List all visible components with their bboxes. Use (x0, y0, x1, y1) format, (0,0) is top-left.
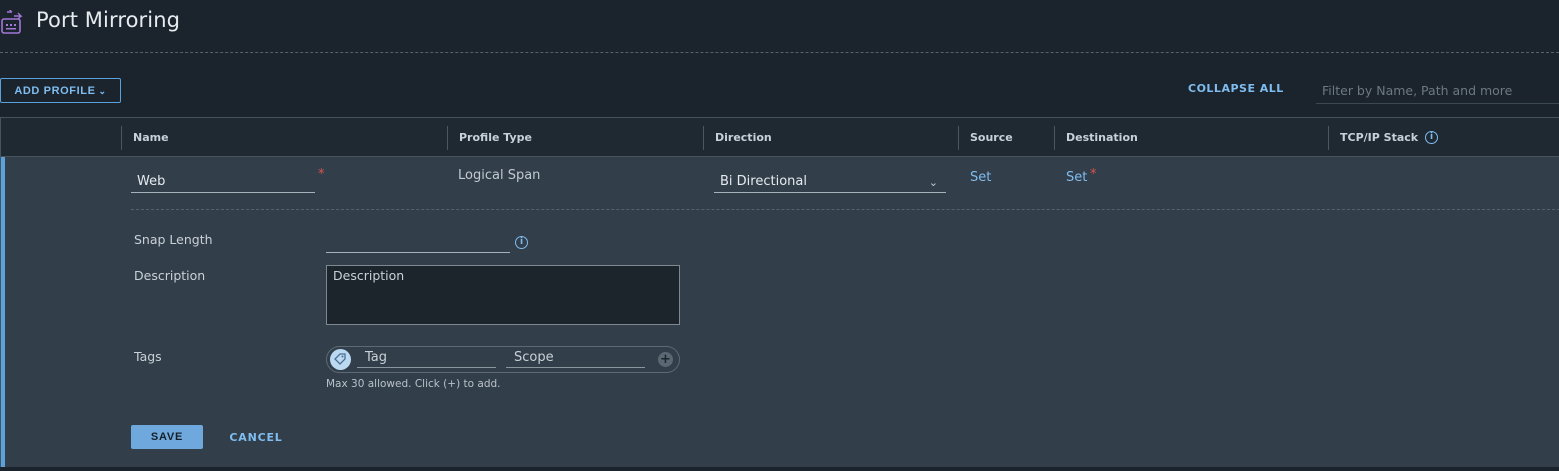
info-icon[interactable]: i (1425, 131, 1439, 144)
column-header-tcpip-stack[interactable]: TCP/IP Stack i (1328, 118, 1439, 157)
description-label: Description (134, 268, 206, 283)
column-header-name[interactable]: Name (121, 118, 169, 157)
snap-length-input[interactable] (326, 233, 510, 253)
collapse-all-button[interactable]: COLLAPSE ALL (1188, 82, 1284, 95)
profile-type-value: Logical Span (458, 168, 541, 183)
port-mirroring-icon (1, 10, 23, 34)
tag-icon (330, 349, 351, 370)
info-icon[interactable]: i (515, 236, 528, 249)
name-input[interactable]: Web (131, 169, 315, 193)
tag-input[interactable]: Tag (357, 349, 496, 368)
tags-input-group: Tag Scope + (326, 346, 680, 373)
column-header-destination[interactable]: Destination (1054, 118, 1138, 157)
scope-input[interactable]: Scope (506, 349, 645, 368)
name-value: Web (137, 174, 166, 189)
filter-input[interactable] (1322, 83, 1559, 98)
tags-label: Tags (134, 349, 162, 364)
chevron-down-icon: ⌄ (928, 176, 938, 189)
add-profile-label: ADD PROFILE (14, 84, 96, 97)
direction-select[interactable]: Bi Directional ⌄ (714, 169, 946, 193)
description-textarea[interactable]: Description (326, 265, 680, 325)
tags-hint: Max 30 allowed. Click (+) to add. (326, 378, 501, 390)
cancel-button[interactable]: CANCEL (225, 425, 287, 449)
profile-row-editing: Web * Logical Span Bi Directional ⌄ Set … (1, 157, 1559, 467)
source-set-link[interactable]: Set (970, 170, 991, 185)
chevron-down-icon: ⌄ (98, 85, 107, 96)
destination-set-link[interactable]: Set (1066, 170, 1087, 185)
save-button[interactable]: SAVE (131, 425, 203, 449)
row-divider (131, 209, 1559, 210)
column-header-direction[interactable]: Direction (703, 118, 772, 157)
profiles-grid: Name Profile Type Direction Source Desti… (0, 117, 1559, 467)
direction-value: Bi Directional (720, 174, 807, 189)
page-title: Port Mirroring (36, 8, 181, 32)
add-tag-icon[interactable]: + (658, 352, 673, 367)
required-marker: * (318, 167, 325, 182)
filter-field (1316, 78, 1559, 104)
required-marker: * (1090, 167, 1097, 182)
tcpip-stack-label: TCP/IP Stack (1340, 131, 1419, 144)
add-profile-button[interactable]: ADD PROFILE ⌄ (0, 78, 121, 103)
page-header: Port Mirroring (0, 0, 1559, 53)
snap-length-label: Snap Length (134, 232, 213, 247)
grid-header: Name Profile Type Direction Source Desti… (1, 118, 1559, 157)
column-header-source[interactable]: Source (958, 118, 1013, 157)
column-header-profile-type[interactable]: Profile Type (447, 118, 532, 157)
